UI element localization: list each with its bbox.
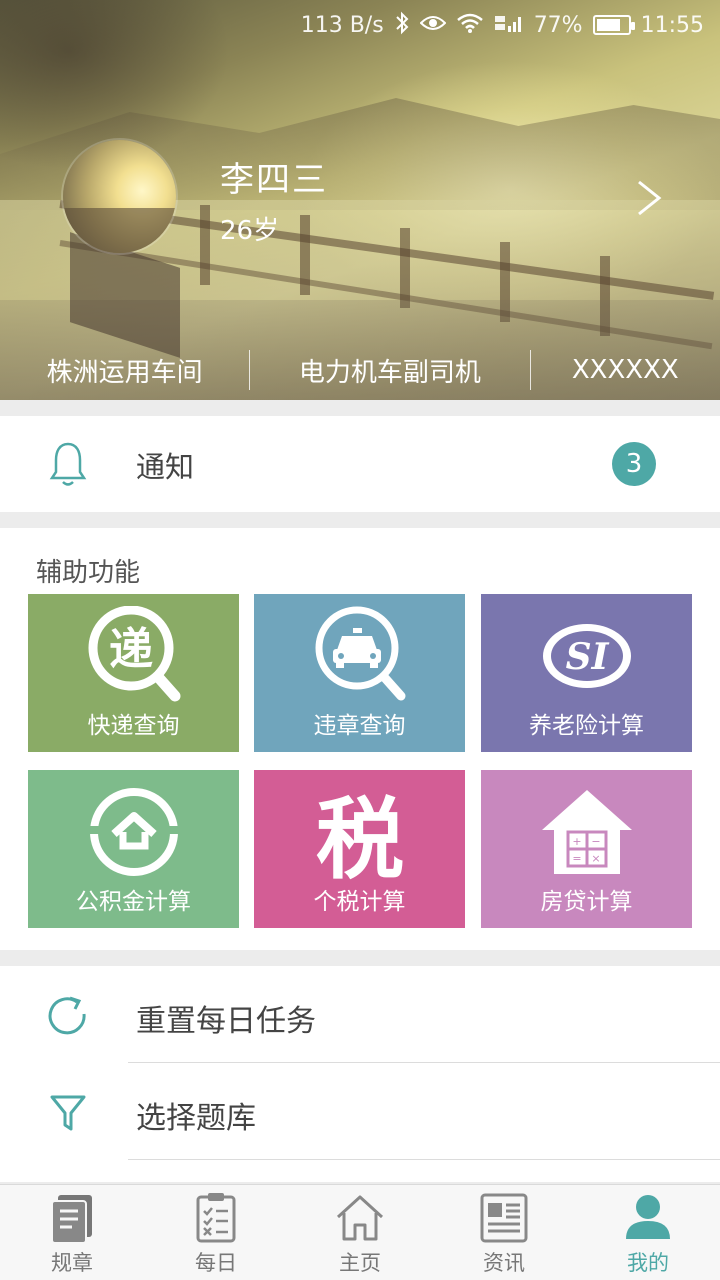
home-icon <box>336 1195 384 1241</box>
divider <box>128 1159 720 1160</box>
battery-percent: 77% <box>533 12 583 38</box>
signal-icon <box>494 12 524 39</box>
profile-info-row: 株洲运用车间 电力机车副司机 XXXXXX <box>0 342 720 398</box>
bottom-navigation: 规章 每日 主页 资讯 我的 <box>0 1184 720 1280</box>
tile-label: 个税计算 <box>313 889 406 915</box>
daily-checklist-icon <box>196 1193 236 1243</box>
social-insurance-icon: SI <box>542 624 631 688</box>
bluetooth-icon <box>394 11 410 40</box>
svg-text:=: = <box>572 852 581 865</box>
regulations-icon <box>51 1195 92 1244</box>
menu-item-label: 选择题库 <box>136 1101 256 1136</box>
nav-item-news[interactable]: 资讯 <box>432 1185 576 1280</box>
tile-housing-fund[interactable]: 公积金计算 <box>28 770 239 928</box>
nav-label: 每日 <box>195 1251 237 1275</box>
user-name: 李四三 <box>220 160 328 200</box>
tile-label: 房贷计算 <box>540 889 633 915</box>
menu-item-reset-daily-task[interactable]: 重置每日任务 <box>0 966 720 1063</box>
express-search-icon: 递 <box>88 606 180 702</box>
news-icon <box>480 1193 528 1243</box>
tile-label: 违章查询 <box>313 713 406 739</box>
user-age: 26岁 <box>220 216 280 246</box>
notification-label: 通知 <box>136 450 195 484</box>
svg-text:×: × <box>591 852 600 865</box>
nav-label: 规章 <box>51 1251 93 1275</box>
svg-text:+: + <box>572 835 581 848</box>
aux-functions-section: 辅助功能 递 快递查询 违章查询 SI 养老险计算 公积金计算 税 个税计算 +… <box>0 528 720 950</box>
avatar-image-ground <box>63 207 176 253</box>
status-bar: 113 B/s 77% 11:55 <box>0 0 720 50</box>
extra-label: XXXXXX <box>571 355 679 385</box>
menu-item-select-question-bank[interactable]: 选择题库 <box>0 1063 720 1160</box>
tax-glyph: 税 <box>315 788 403 886</box>
avatar[interactable] <box>63 140 176 253</box>
svg-text:−: − <box>591 835 600 848</box>
tile-label: 公积金计算 <box>76 889 191 915</box>
bell-icon <box>49 442 87 486</box>
nav-item-daily[interactable]: 每日 <box>144 1185 288 1280</box>
tax-icon: 税 <box>315 788 403 886</box>
eye-icon <box>419 13 447 38</box>
tile-label: 快递查询 <box>87 713 180 739</box>
railing-post <box>300 215 310 295</box>
tile-mortgage-calculator[interactable]: + − = × 房贷计算 <box>481 770 692 928</box>
housing-fund-icon <box>88 788 179 876</box>
tile-social-insurance[interactable]: SI 养老险计算 <box>481 594 692 752</box>
clock-time: 11:55 <box>640 12 704 38</box>
filter-icon <box>50 1095 86 1131</box>
nav-label: 我的 <box>627 1251 669 1275</box>
nav-item-home[interactable]: 主页 <box>288 1185 432 1280</box>
profile-icon <box>626 1195 670 1239</box>
profile-header: 113 B/s 77% 11:55 李四三 26岁 株洲运用车间 电力机车副司机… <box>0 0 720 400</box>
railing-post <box>400 228 410 308</box>
wifi-icon <box>456 12 484 39</box>
settings-menu: 重置每日任务 选择题库 <box>0 966 720 1182</box>
network-speed: 113 B/s <box>300 12 384 38</box>
si-glyph: SI <box>565 636 609 678</box>
tile-express-search[interactable]: 递 快递查询 <box>28 594 239 752</box>
violation-search-icon <box>315 606 405 701</box>
railing-post <box>200 205 210 285</box>
refresh-icon <box>48 996 86 1035</box>
chevron-right-icon[interactable] <box>632 178 666 218</box>
nav-item-regulations[interactable]: 规章 <box>0 1185 144 1280</box>
nav-label: 资讯 <box>483 1251 525 1275</box>
mortgage-calculator-icon: + − = × <box>541 790 632 874</box>
tile-income-tax[interactable]: 税 个税计算 <box>254 770 465 928</box>
tile-violation-search[interactable]: 违章查询 <box>254 594 465 752</box>
express-glyph: 递 <box>109 624 153 675</box>
battery-fill <box>596 19 620 31</box>
workshop-label: 株洲运用车间 <box>46 357 203 388</box>
menu-item-label: 重置每日任务 <box>136 1004 316 1039</box>
notification-row[interactable]: 通知 3 <box>0 416 720 512</box>
notification-count-badge: 3 <box>612 442 656 486</box>
battery-icon <box>592 15 635 35</box>
nav-label: 主页 <box>339 1251 381 1275</box>
section-title: 辅助功能 <box>36 558 141 588</box>
position-label: 电力机车副司机 <box>298 357 481 388</box>
tile-label: 养老险计算 <box>529 713 644 739</box>
nav-item-me[interactable]: 我的 <box>576 1185 720 1280</box>
